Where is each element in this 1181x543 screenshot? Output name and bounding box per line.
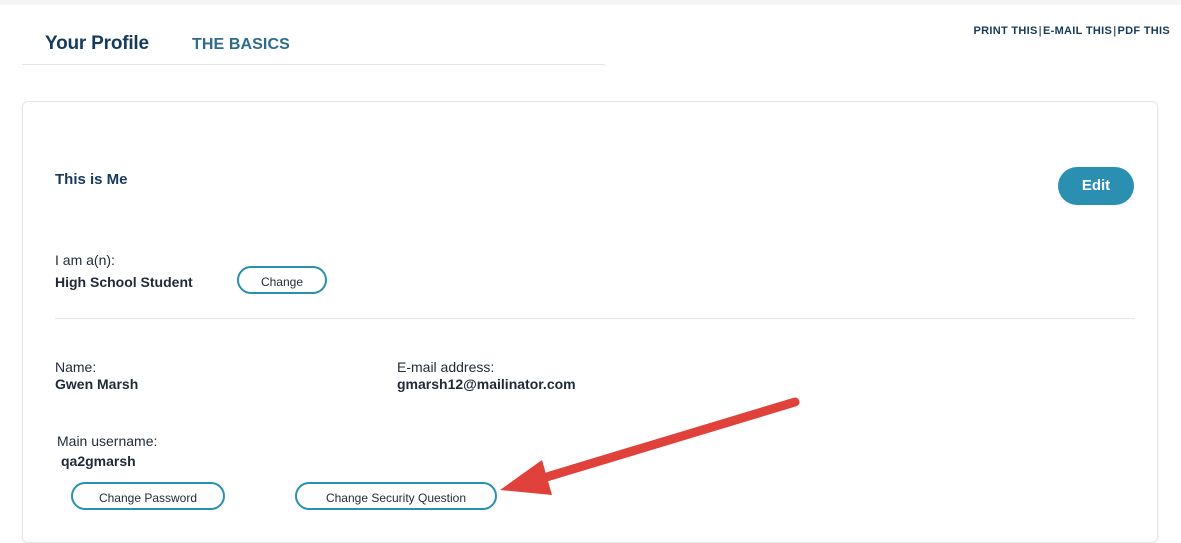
edit-button[interactable]: Edit	[1058, 167, 1134, 205]
page-tools: PRINT THIS|E-MAIL THIS|PDF THIS	[973, 25, 1170, 37]
change-role-button[interactable]: Change	[237, 266, 327, 294]
name-label: Name:	[55, 359, 97, 375]
tab-the-basics[interactable]: THE BASICS	[192, 36, 290, 54]
profile-card: This is Me Edit I am a(n): High School S…	[22, 101, 1158, 543]
change-security-question-button[interactable]: Change Security Question	[295, 482, 497, 510]
email-link[interactable]: E-MAIL THIS	[1043, 25, 1112, 37]
tools-separator: |	[1113, 25, 1117, 37]
pdf-link[interactable]: PDF THIS	[1117, 25, 1170, 37]
username-label: Main username:	[57, 433, 158, 449]
print-link[interactable]: PRINT THIS	[973, 25, 1037, 37]
top-strip	[0, 0, 1181, 5]
tab-your-profile[interactable]: Your Profile	[45, 33, 149, 55]
section-title: This is Me	[55, 171, 128, 188]
divider	[55, 318, 1135, 319]
name-value: Gwen Marsh	[55, 376, 139, 392]
profile-tabs: Your Profile THE BASICS	[22, 24, 605, 65]
email-value: gmarsh12@mailinator.com	[397, 376, 576, 392]
email-label: E-mail address:	[397, 359, 495, 375]
role-value: High School Student	[55, 274, 193, 290]
change-password-button[interactable]: Change Password	[71, 482, 225, 510]
role-label: I am a(n):	[55, 252, 115, 268]
tools-separator: |	[1038, 25, 1042, 37]
username-value: qa2gmarsh	[61, 453, 136, 469]
